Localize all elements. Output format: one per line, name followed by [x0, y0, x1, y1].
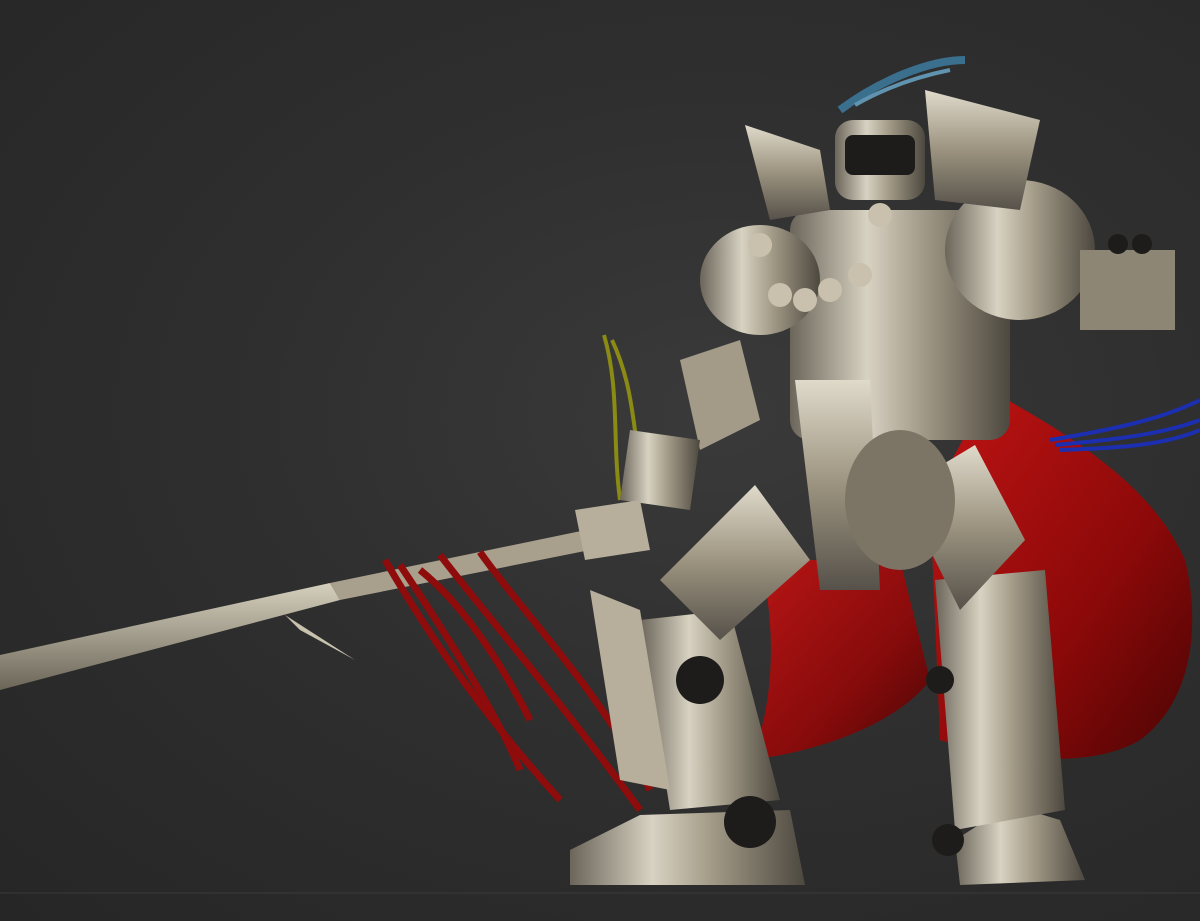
spear — [0, 520, 645, 690]
render-viewport — [0, 0, 1200, 921]
helmet — [745, 56, 1040, 220]
right-leg — [926, 570, 1065, 856]
robot-render-illustration — [0, 56, 1200, 894]
left-leg — [590, 590, 780, 848]
blue-ribbons — [1049, 398, 1200, 452]
